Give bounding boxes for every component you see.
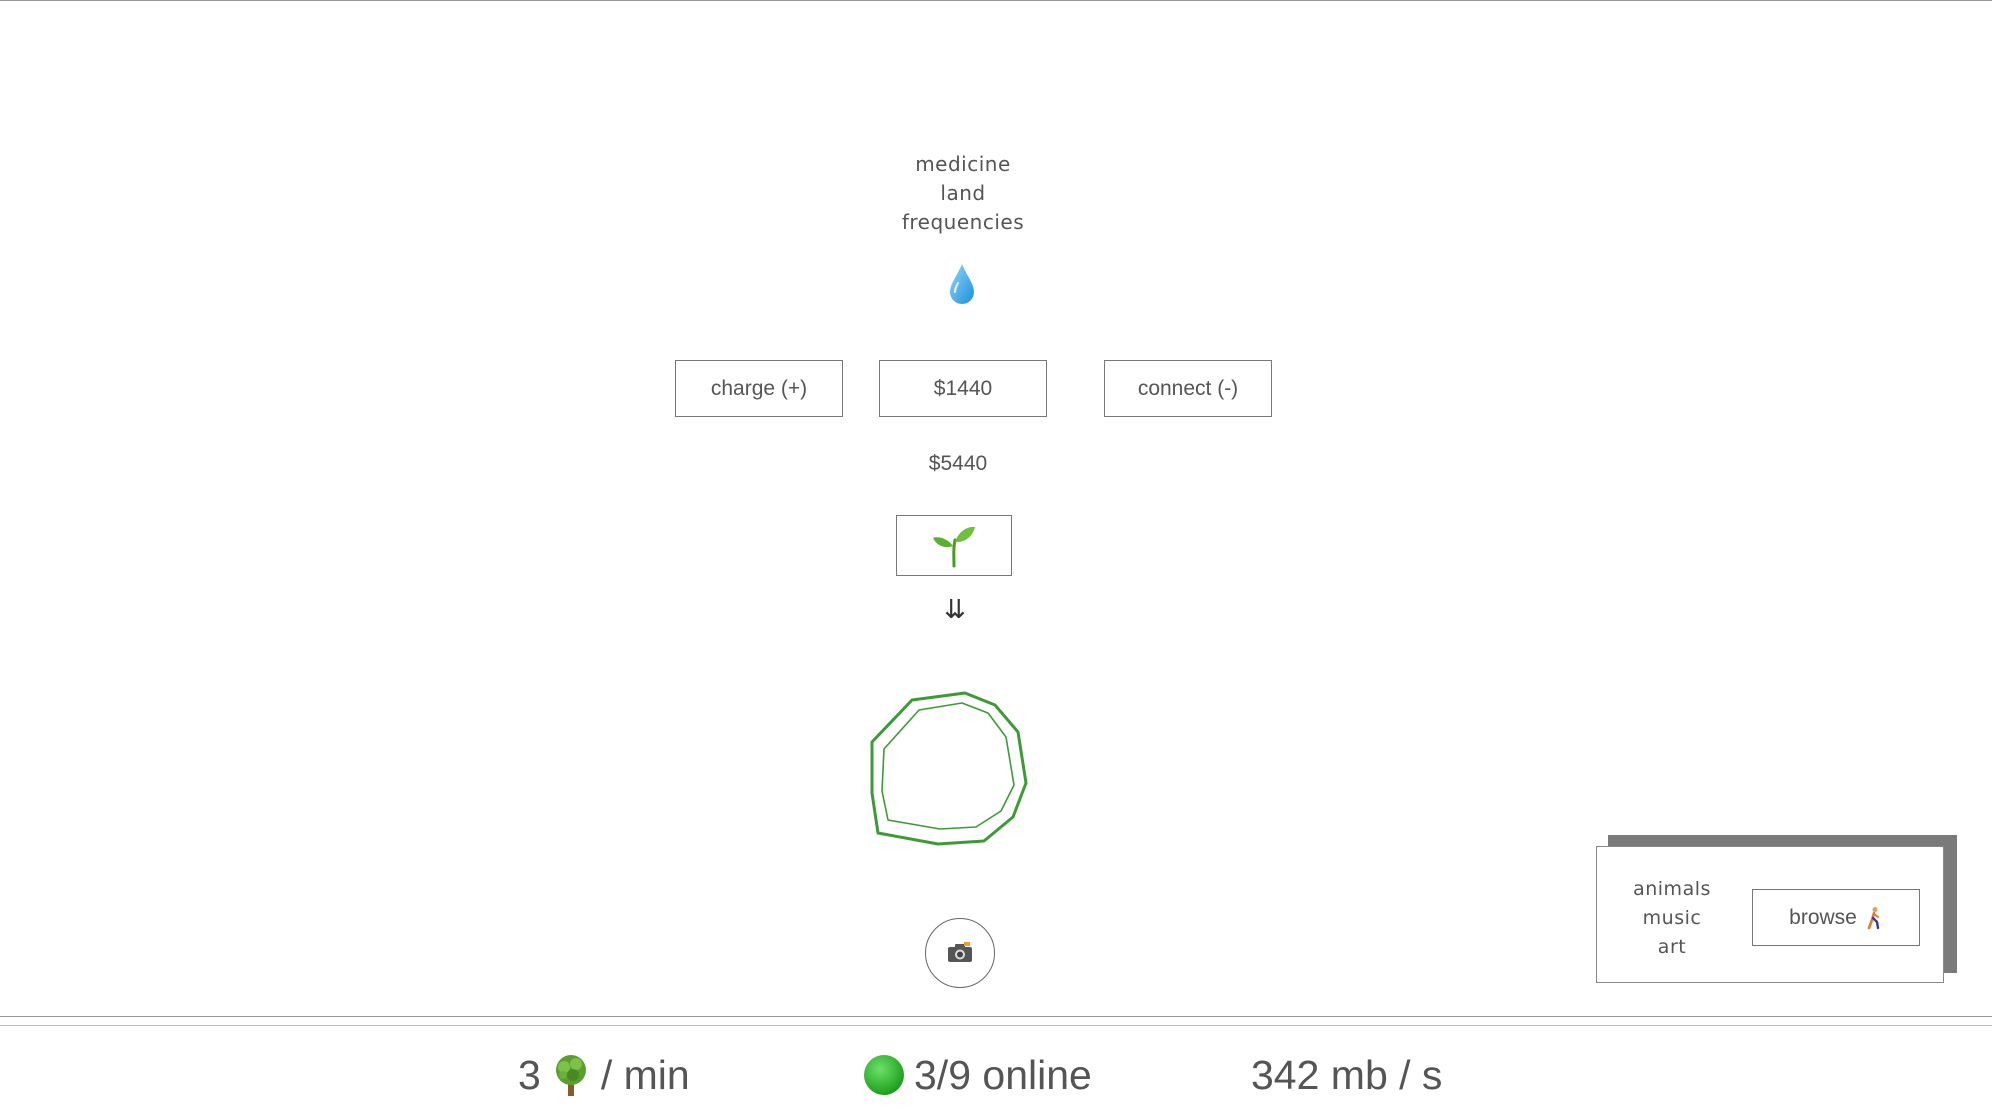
speed-value: 342 mb / s [1251,1051,1443,1098]
tag-item: medicine [915,152,1011,176]
footer-divider [0,1016,1992,1017]
online-count: 3/9 online [914,1051,1092,1098]
panel-tag-item: music [1642,907,1702,929]
tag-item: land [940,181,986,205]
panel-tag-item: animals [1633,878,1711,900]
walking-person-icon [1867,906,1880,929]
total-amount: $5440 [928,452,988,475]
tree-icon [555,1055,586,1096]
category-tags: medicine land frequencies [863,150,1063,237]
rate-count: 3 [518,1051,541,1098]
land-plot-outline[interactable] [860,685,1060,869]
footer-divider [0,1025,1992,1026]
rate-stat: 3 / min [518,1050,690,1100]
plant-button[interactable] [896,515,1012,576]
speed-stat: 342 mb / s [1251,1050,1442,1100]
top-divider [0,0,1992,1]
tag-item: frequencies [901,210,1025,234]
connect-button[interactable]: connect (-) [1104,360,1272,417]
browse-button[interactable]: browse [1752,889,1920,946]
camera-button[interactable] [925,918,995,988]
water-drop-icon [950,264,974,304]
rate-unit: / min [600,1051,690,1098]
browse-label: browse [1789,905,1857,929]
panel-tags: animals music art [1617,875,1727,962]
green-circle-icon [864,1055,904,1095]
browse-panel: animals music art browse [1596,846,1944,983]
seedling-icon [933,526,975,567]
panel-tag-item: art [1657,936,1687,958]
charge-button[interactable]: charge (+) [675,360,843,417]
double-down-arrow-icon: ⇊ [944,595,966,625]
price-button[interactable]: $1440 [879,360,1047,417]
camera-icon [948,942,972,962]
online-stat: 3/9 online [862,1050,1092,1100]
